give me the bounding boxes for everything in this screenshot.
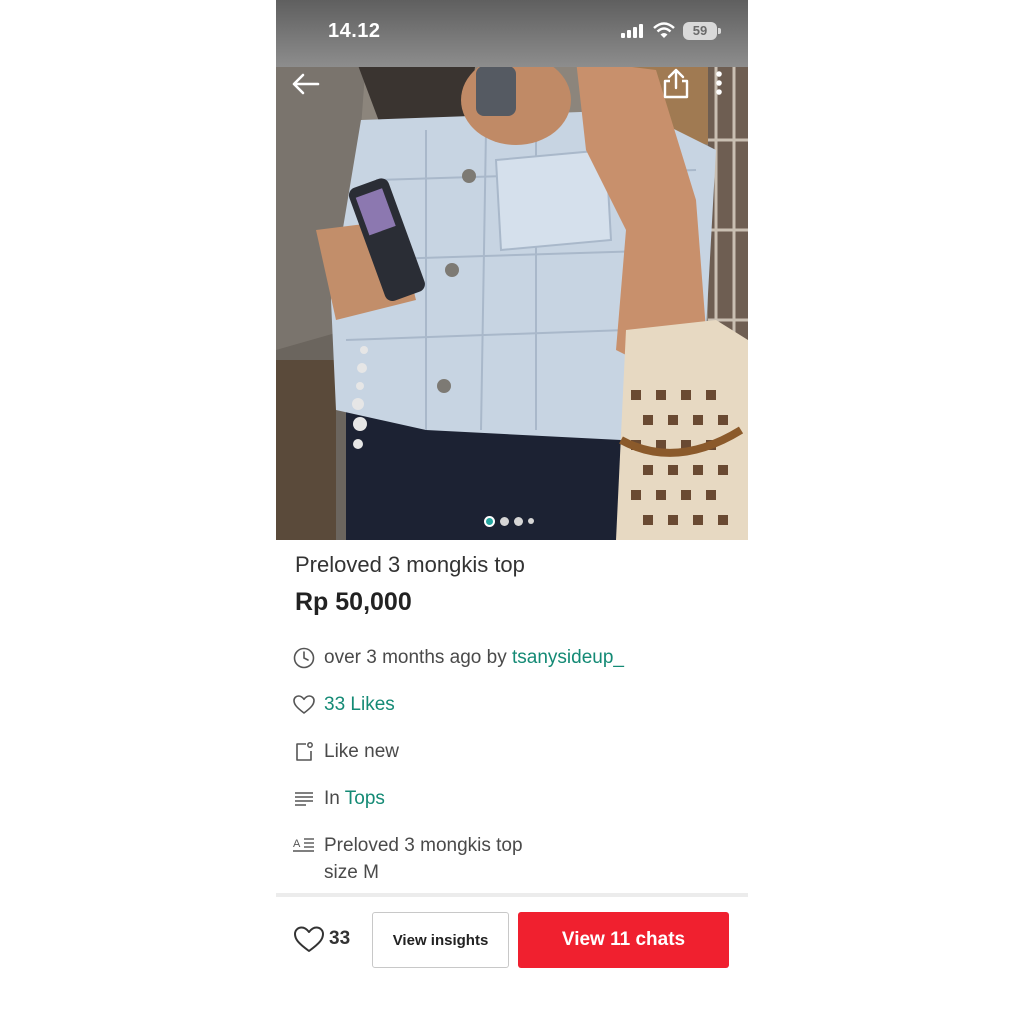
like-button[interactable]: 33 (293, 924, 350, 954)
condition-row: Like new (292, 740, 399, 765)
heart-icon (293, 695, 315, 714)
battery-icon: 59 (683, 22, 717, 40)
view-chats-button[interactable]: View 11 chats (518, 912, 729, 968)
like-count: 33 (329, 928, 351, 949)
listing-screen: 14.12 59 Preloved 3 mongkis top Rp 50,00… (276, 0, 748, 1024)
condition-text: Like new (324, 741, 399, 762)
seller-link[interactable]: tsanysideup_ (512, 647, 624, 668)
carousel-indicator (484, 515, 534, 527)
likes-row[interactable]: 33 Likes (292, 693, 395, 718)
status-bar: 14.12 59 (276, 0, 748, 67)
description-line: Preloved 3 mongkis top (324, 835, 523, 856)
product-photo[interactable]: 14.12 59 (276, 0, 748, 540)
carousel-dot[interactable] (484, 515, 495, 527)
category-prefix: In (324, 788, 340, 809)
category-link[interactable]: Tops (345, 788, 385, 809)
text-icon: A (293, 838, 314, 852)
tag-icon (296, 742, 313, 761)
battery-nub (718, 28, 721, 34)
svg-text:A: A (293, 838, 301, 850)
carousel-dot[interactable] (500, 516, 509, 526)
listing-title: Preloved 3 mongkis top (295, 552, 525, 577)
likes-link[interactable]: 33 Likes (324, 691, 395, 718)
category-row: In Tops (292, 787, 385, 812)
posted-info-row: over 3 months ago by tsanysideup_ (292, 646, 624, 671)
listing-price: Rp 50,000 (295, 588, 412, 616)
category-text: In Tops (324, 785, 385, 812)
description-row: A Preloved 3 mongkis top size M (292, 834, 523, 886)
heart-icon (294, 926, 324, 952)
status-time: 14.12 (328, 20, 381, 42)
posted-text: over 3 months ago by (324, 647, 507, 668)
arrow-left-icon[interactable] (288, 66, 324, 102)
carousel-dot[interactable] (514, 516, 523, 526)
wifi-icon (653, 22, 675, 38)
list-icon (295, 792, 313, 806)
carousel-dot[interactable] (528, 518, 534, 524)
description-text: Preloved 3 mongkis top size M (324, 832, 523, 886)
cellular-signal-icon (621, 24, 643, 38)
view-insights-button[interactable]: View insights (372, 912, 509, 968)
bottom-bar-divider (276, 893, 748, 897)
clock-icon (293, 647, 315, 669)
posted-time: over 3 months ago by tsanysideup_ (324, 644, 624, 671)
share-icon[interactable] (658, 66, 694, 102)
description-line: size M (324, 862, 379, 883)
more-vertical-icon[interactable] (704, 66, 734, 102)
